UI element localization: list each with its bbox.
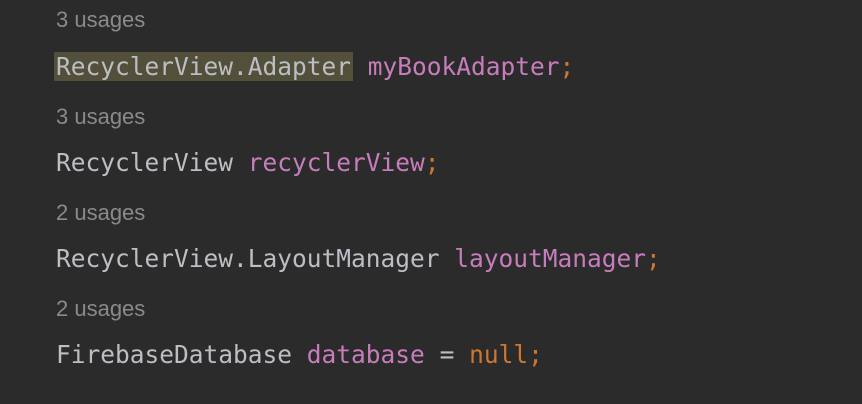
semicolon: ; — [646, 244, 661, 273]
field-declaration[interactable]: FirebaseDatabase database = null; — [56, 337, 543, 373]
field-name[interactable]: layoutManager — [454, 244, 646, 273]
field-declaration[interactable]: RecyclerView recyclerView; — [56, 145, 440, 181]
semicolon: ; — [559, 52, 575, 81]
semicolon: ; — [424, 148, 440, 177]
type-name[interactable]: FirebaseDatabase — [56, 340, 292, 369]
usages-hint[interactable]: 3 usages — [56, 103, 145, 131]
type-name[interactable]: RecyclerView.Adapter — [54, 52, 354, 81]
field-declaration[interactable]: RecyclerView.Adapter myBookAdapter; — [54, 49, 575, 85]
type-name[interactable]: RecyclerView — [56, 148, 233, 177]
type-name[interactable]: RecyclerView.LayoutManager — [56, 244, 440, 273]
usages-hint[interactable]: 2 usages — [56, 199, 145, 227]
usages-hint[interactable]: 2 usages — [56, 295, 145, 323]
field-declaration[interactable]: RecyclerView.LayoutManager layoutManager… — [56, 241, 661, 277]
usages-hint[interactable]: 3 usages — [56, 6, 145, 34]
code-editor[interactable]: 3 usages RecyclerView.Adapter myBookAdap… — [0, 0, 862, 404]
field-name[interactable]: myBookAdapter — [368, 52, 560, 81]
assignment-operator: = — [439, 340, 455, 369]
field-name[interactable]: database — [307, 340, 425, 369]
null-keyword[interactable]: null — [469, 340, 528, 369]
semicolon: ; — [528, 340, 543, 369]
field-name[interactable]: recyclerView — [248, 148, 425, 177]
